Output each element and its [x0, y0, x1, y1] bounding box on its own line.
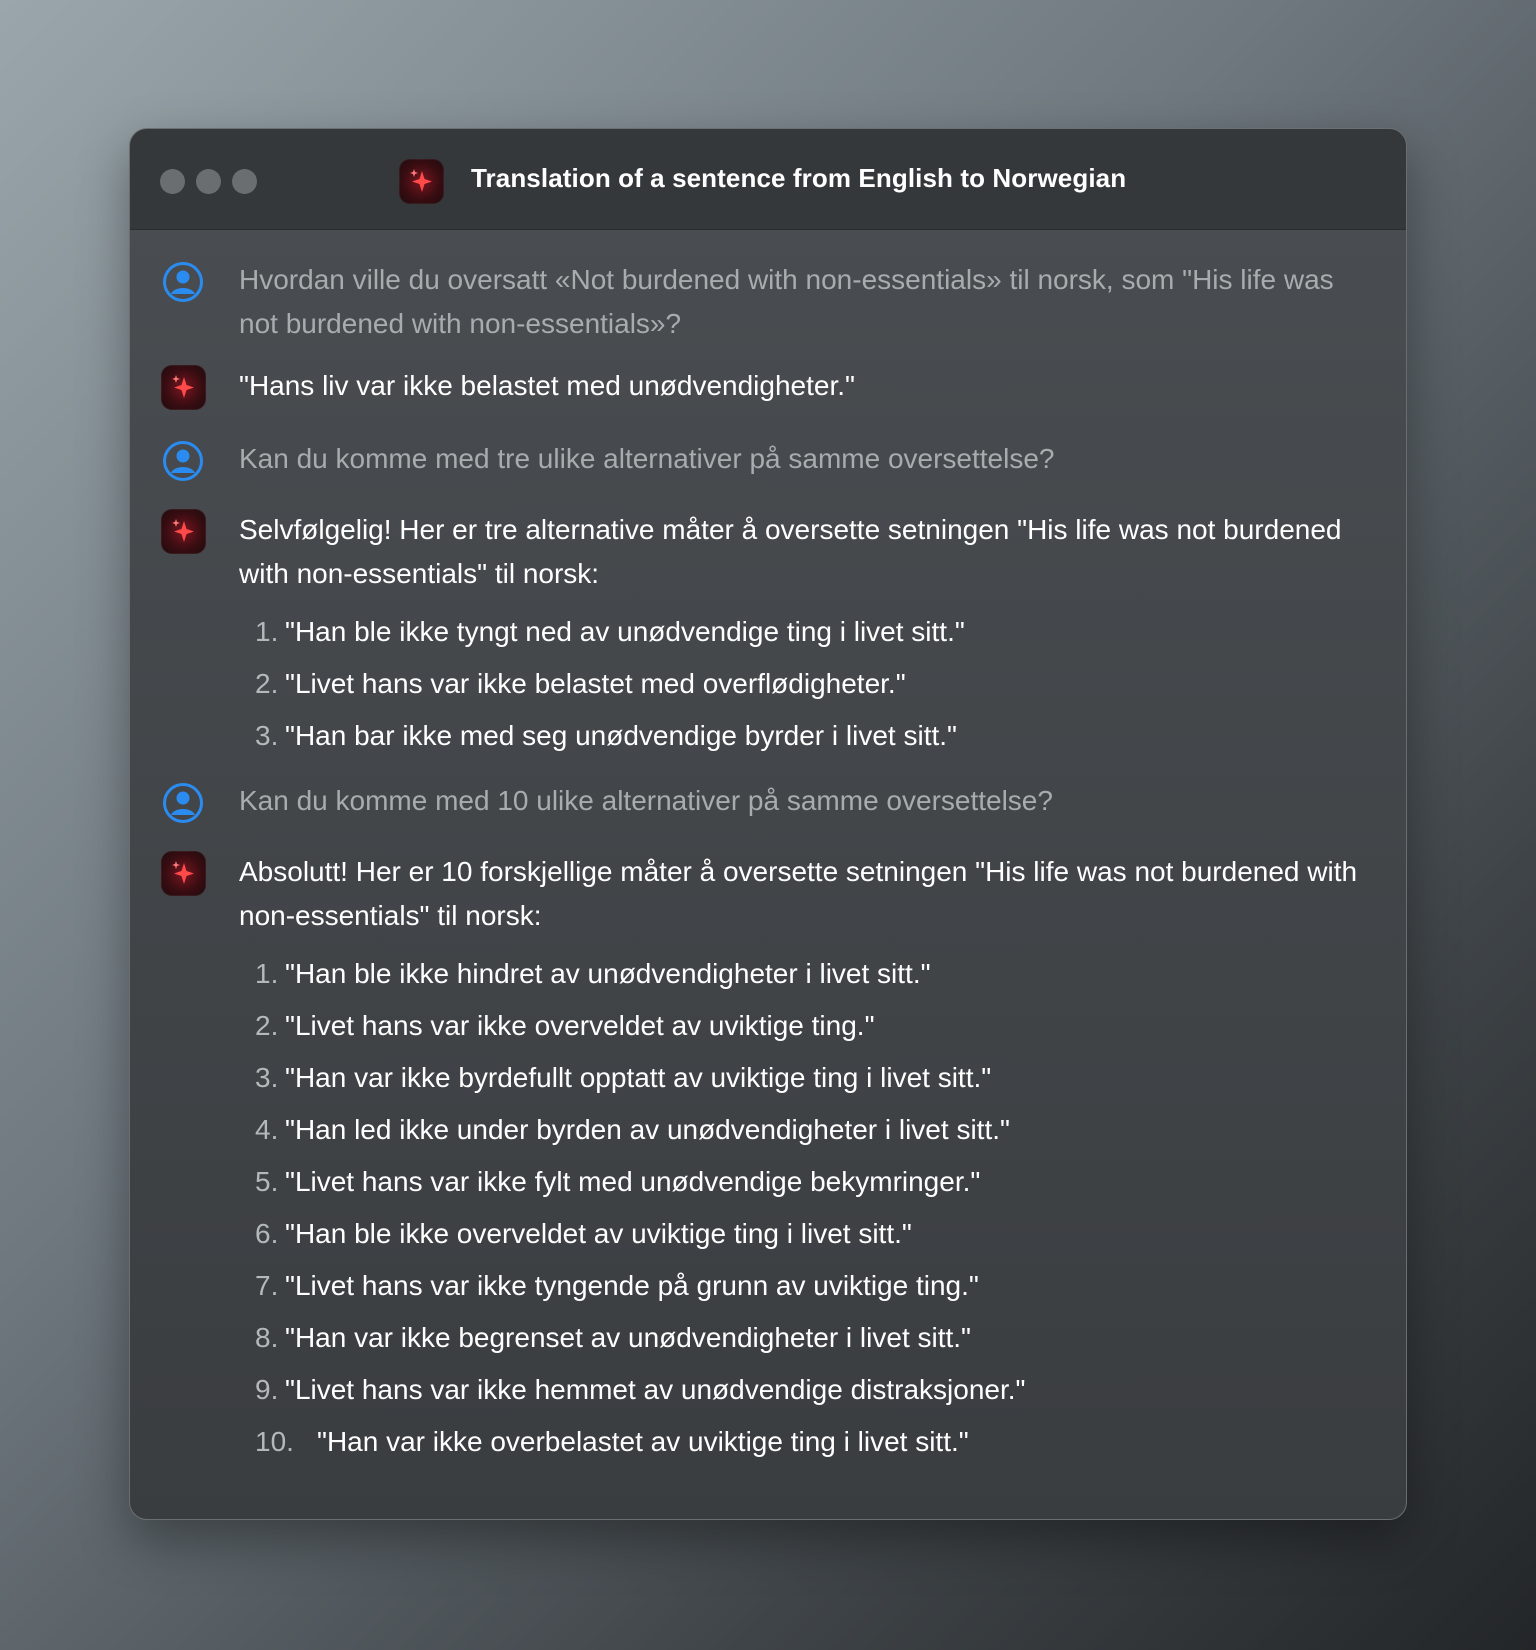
list-item: 2. "Livet hans var ikke overveldet av uvi… — [255, 1010, 875, 1041]
user-icon — [163, 262, 203, 302]
list-item: 3. "Han bar ikke med seg unødvendige byrd… — [255, 720, 957, 751]
user-icon — [163, 441, 203, 481]
sparkle-icon — [161, 509, 206, 554]
message-text: Absolutt! Her er 10 forskjellige måter å… — [239, 856, 1358, 931]
chat-window: Translation of a sentence from English t… — [129, 128, 1407, 1520]
sparkle-icon — [161, 851, 206, 896]
list-item: 3. "Han var ikke byrdefullt opptatt av uv… — [255, 1062, 992, 1093]
message-text: Selvfølgelig! Her er tre alternative måt… — [239, 514, 1342, 589]
list-item: 6. "Han ble ikke overveldet av uviktige t… — [255, 1218, 912, 1249]
list-item: 10. "Han var ikke overbelastet av uviktig… — [255, 1426, 969, 1457]
window-title: Translation of a sentence from English t… — [471, 163, 1127, 193]
message-text: Hvordan ville du oversatt «Not burdened … — [239, 264, 1334, 339]
conversation: Hvordan ville du oversatt «Not burdened … — [130, 230, 1406, 1519]
sparkle-icon — [399, 159, 444, 204]
window-minimize-button[interactable] — [196, 169, 221, 194]
user-icon — [163, 783, 203, 823]
list-item: 5. "Livet hans var ikke fylt med unødvend… — [255, 1166, 981, 1197]
list-item: 8. "Han var ikke begrenset av unødvendigh… — [255, 1322, 971, 1353]
list-item: 1. "Han ble ikke hindret av unødvendighet… — [255, 958, 931, 989]
message-text: "Hans liv var ikke belastet med unødvend… — [239, 370, 855, 401]
list-item: 2. "Livet hans var ikke belastet med over… — [255, 668, 906, 699]
title-bar: Translation of a sentence from English t… — [130, 129, 1406, 230]
list-item: 4. "Han led ikke under byrden av unødvend… — [255, 1114, 1010, 1145]
sparkle-icon — [161, 365, 206, 410]
list-item: 1. "Han ble ikke tyngt ned av unødvendige… — [255, 616, 965, 647]
window-close-button[interactable] — [160, 169, 185, 194]
list-item: 9. "Livet hans var ikke hemmet av unødven… — [255, 1374, 1026, 1405]
message-text: Kan du komme med tre ulike alternativer … — [239, 443, 1055, 474]
message-text: Kan du komme med 10 ulike alternativer p… — [239, 785, 1053, 816]
list-item: 7. "Livet hans var ikke tyngende på grunn… — [255, 1270, 979, 1301]
window-zoom-button[interactable] — [232, 169, 257, 194]
